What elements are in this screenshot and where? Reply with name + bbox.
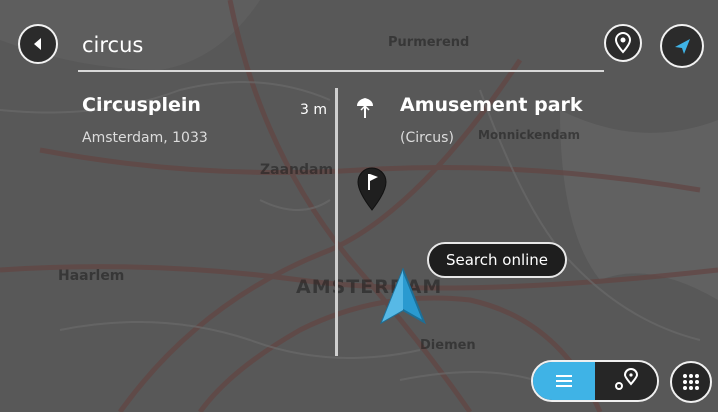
view-toggle[interactable]: [531, 360, 659, 402]
result-subtitle: Amsterdam, 1033: [82, 130, 208, 146]
poi-pin-icon: [614, 32, 632, 54]
result-title: Amusement park: [400, 94, 583, 116]
list-view-icon: [556, 375, 572, 387]
search-input[interactable]: circus: [78, 28, 602, 62]
map-view-icon: [615, 368, 639, 390]
navigation-button[interactable]: [660, 24, 704, 68]
poi-button[interactable]: [604, 24, 642, 62]
amusement-park-icon: [357, 98, 373, 118]
map-view-toggle[interactable]: [595, 362, 657, 400]
search-underline: [78, 70, 604, 72]
results-column-divider: [335, 88, 338, 356]
back-arrow-icon: [34, 38, 41, 50]
search-result-item[interactable]: Amusement park (Circus): [350, 90, 610, 170]
list-view-toggle[interactable]: [533, 362, 595, 400]
search-result-item[interactable]: Circusplein 3 m Amsterdam, 1033: [70, 90, 332, 170]
keyboard-button[interactable]: [670, 361, 712, 403]
map-label-diemen: Diemen: [420, 338, 476, 353]
flag-pin-icon[interactable]: [354, 164, 390, 212]
current-position-arrow-icon: [378, 267, 428, 328]
back-button[interactable]: [18, 24, 58, 64]
result-subtitle: (Circus): [400, 130, 454, 146]
result-title: Circusplein: [82, 94, 201, 116]
navigation-arrow-icon: [675, 39, 690, 54]
search-online-button[interactable]: Search online: [427, 242, 567, 278]
keyboard-icon: [683, 374, 699, 390]
result-distance: 3 m: [300, 102, 327, 118]
map-label-haarlem: Haarlem: [58, 268, 125, 284]
